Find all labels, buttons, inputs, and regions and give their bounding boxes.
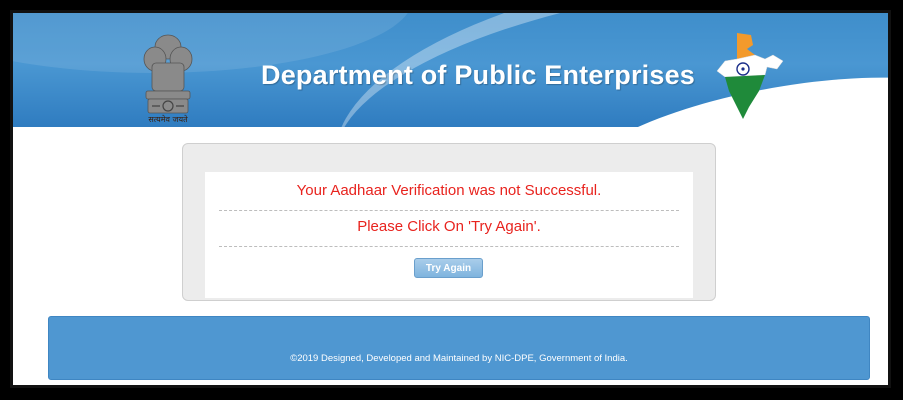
divider	[219, 210, 679, 211]
page-title: Department of Public Enterprises	[261, 60, 695, 90]
instruction-message: Please Click On 'Try Again'.	[357, 218, 541, 235]
page-frame: सत्यमेव जयते Department of Public Enterp…	[10, 10, 891, 388]
message-panel: Your Aadhaar Verification was not Succes…	[182, 143, 716, 301]
site-footer: ©2019 Designed, Developed and Maintained…	[48, 316, 870, 380]
try-again-button[interactable]: Try Again	[414, 258, 483, 278]
national-emblem-icon	[143, 34, 193, 114]
site-header: सत्यमेव जयते Department of Public Enterp…	[13, 13, 888, 127]
divider	[219, 246, 679, 247]
india-map-icon	[716, 33, 784, 119]
message-box: Your Aadhaar Verification was not Succes…	[205, 172, 693, 298]
footer-copyright: ©2019 Designed, Developed and Maintained…	[290, 353, 628, 364]
emblem-caption: सत्यमेव जयते	[148, 115, 188, 124]
verification-failed-message: Your Aadhaar Verification was not Succes…	[296, 182, 602, 199]
